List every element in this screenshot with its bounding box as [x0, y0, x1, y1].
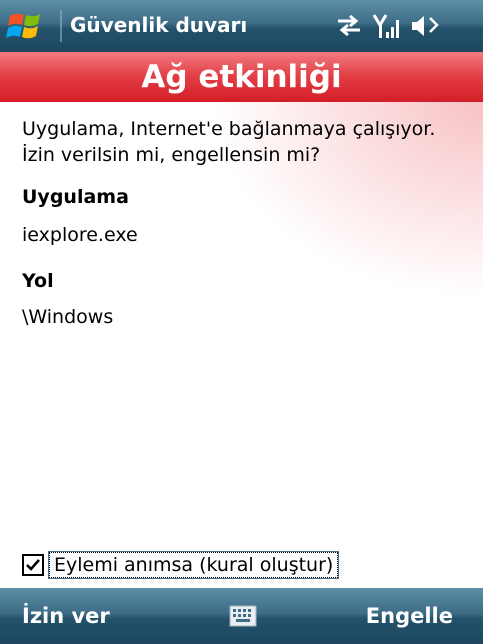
volume-icon[interactable] [410, 12, 442, 44]
block-softkey[interactable]: Engelle [366, 604, 453, 628]
path-value: \Windows [22, 306, 114, 328]
allow-softkey[interactable]: İzin ver [22, 604, 110, 628]
path-label: Yol [22, 270, 54, 292]
checkmark-icon [26, 559, 40, 571]
dialog-message: Uygulama, Internet'e bağlanmaya çalışıyo… [22, 118, 436, 166]
title-separator [60, 10, 62, 42]
remember-label[interactable]: Eylemi anımsa (kural oluştur) [47, 551, 340, 579]
remember-checkbox[interactable] [22, 554, 44, 576]
application-label: Uygulama [22, 186, 129, 208]
application-value: iexplore.exe [22, 224, 138, 246]
connectivity-icon[interactable] [335, 12, 363, 42]
signal-icon[interactable] [372, 12, 404, 44]
dialog-content: Uygulama, Internet'e bağlanmaya çalışıyo… [0, 102, 483, 588]
soft-key-bar: İzin ver Engelle [0, 588, 483, 644]
dialog-heading: Ağ etkinliği [0, 52, 483, 102]
windows-start-icon[interactable] [6, 8, 52, 44]
remember-action-option[interactable]: Eylemi anımsa (kural oluştur) [22, 550, 340, 580]
app-title: Güvenlik duvarı [70, 13, 248, 37]
title-bar: Güvenlik duvarı [0, 0, 483, 52]
keyboard-icon[interactable] [229, 605, 257, 632]
